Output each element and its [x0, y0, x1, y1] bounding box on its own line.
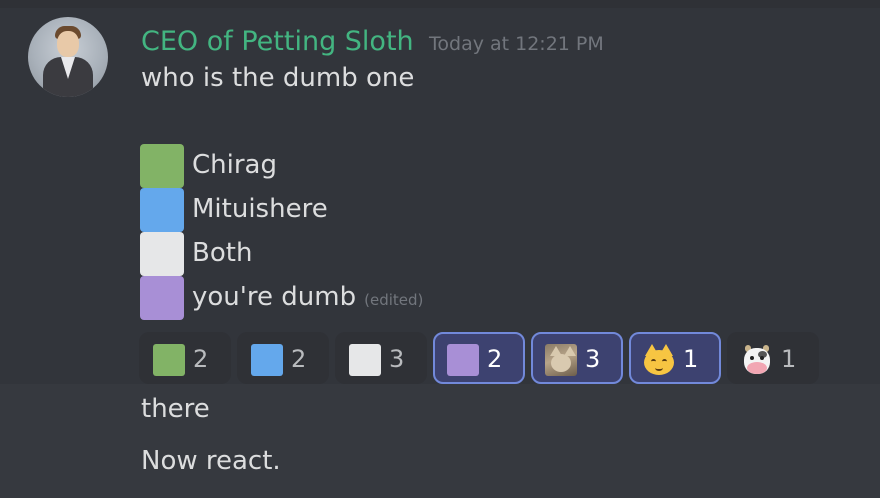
reaction-count: 2 [193, 345, 209, 373]
cow-face-icon [741, 344, 773, 376]
cat-face-icon [643, 344, 675, 376]
reaction-count: 1 [781, 345, 797, 373]
option-label: Both [192, 238, 253, 268]
option-label: Chirag [192, 150, 277, 180]
cat-photo-icon [545, 344, 577, 376]
white-square-icon [349, 344, 381, 376]
option-label: you're dumb [192, 282, 357, 312]
reaction-blue-square[interactable]: 2 [237, 332, 329, 384]
edited-tag: (edited) [364, 291, 424, 309]
reaction-count: 3 [585, 345, 601, 373]
white-square-icon [140, 232, 184, 276]
blue-square-icon [251, 344, 283, 376]
reaction-cat-face[interactable]: 1 [629, 332, 721, 384]
green-square-icon [140, 144, 184, 188]
message-group: CEO of Petting Sloth Today at 12:21 PM w… [0, 8, 880, 384]
reaction-cat-photo[interactable]: 3 [531, 332, 623, 384]
timestamp: Today at 12:21 PM [429, 33, 604, 55]
reaction-count: 3 [389, 345, 405, 373]
purple-square-icon [447, 344, 479, 376]
avatar[interactable] [28, 17, 108, 97]
reaction-green-square[interactable]: 2 [139, 332, 231, 384]
purple-square-icon [140, 276, 184, 320]
reaction-count: 2 [487, 345, 503, 373]
reaction-white-square[interactable]: 3 [335, 332, 427, 384]
message-text: who is the dumb one [141, 63, 415, 93]
message-text: Now react. [141, 446, 281, 476]
top-divider [0, 0, 880, 8]
reaction-purple-square[interactable]: 2 [433, 332, 525, 384]
green-square-icon [153, 344, 185, 376]
reaction-count: 1 [683, 345, 699, 373]
blue-square-icon [140, 188, 184, 232]
username[interactable]: CEO of Petting Sloth [141, 25, 414, 59]
reaction-count: 2 [291, 345, 307, 373]
option-label: Mituishere [192, 194, 328, 224]
reaction-cow-face[interactable]: 1 [727, 332, 819, 384]
message-text: there [141, 394, 210, 424]
